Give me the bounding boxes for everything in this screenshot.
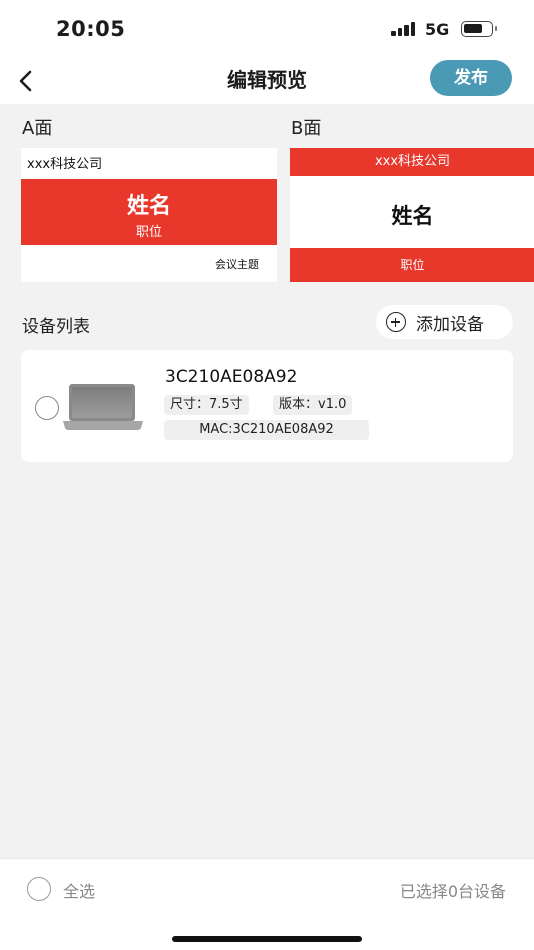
side-b-name: 姓名 [391, 204, 434, 228]
side-a-name-band: 姓名 职位 [21, 179, 277, 245]
laptop-icon [63, 384, 143, 430]
status-time: 20:05 [56, 17, 126, 41]
signal-icon [391, 22, 417, 36]
side-a-name: 姓名 [126, 194, 171, 219]
add-device-label: 添加设备 [416, 314, 484, 335]
device-list-title: 设备列表 [22, 317, 90, 337]
select-all-label[interactable]: 全选 [63, 878, 95, 902]
device-version-tag: 版本：v1.0 [273, 395, 353, 415]
bottom-bar: 全选 已选择0台设备 [0, 858, 534, 950]
device-list-item[interactable]: 3C210AE08A92 尺寸：7.5寸 版本：v1.0 MAC:3C210AE… [21, 350, 513, 462]
battery-icon [461, 21, 497, 37]
side-a-topic: 会议主题 [215, 258, 259, 271]
side-a-position: 职位 [135, 225, 162, 240]
nav-bar: 编辑预览 发布 [0, 58, 534, 104]
side-b-company: xxx科技公司 [290, 148, 534, 176]
status-bar: 20:05 5G [0, 0, 534, 58]
plus-circle-icon [386, 312, 406, 332]
select-all-radio[interactable] [27, 877, 51, 901]
side-a-company: xxx科技公司 [27, 157, 103, 172]
side-b-position: 职位 [290, 248, 534, 282]
publish-button[interactable]: 发布 [430, 60, 512, 96]
device-size-tag: 尺寸：7.5寸 [164, 395, 249, 415]
add-device-button[interactable]: 添加设备 [376, 305, 513, 339]
side-b-preview[interactable]: xxx科技公司 姓名 职位 [290, 148, 534, 282]
device-name: 3C210AE08A92 [165, 367, 298, 387]
device-mac-tag: MAC:3C210AE08A92 [164, 420, 369, 440]
home-indicator [172, 936, 362, 942]
network-label: 5G [425, 20, 450, 39]
selected-count: 已选择0台设备 [399, 882, 506, 901]
side-b-label: B面 [291, 118, 322, 139]
side-a-label: A面 [22, 118, 53, 139]
side-a-preview[interactable]: xxx科技公司 姓名 职位 会议主题 [21, 148, 277, 282]
device-select-radio[interactable] [35, 396, 59, 420]
